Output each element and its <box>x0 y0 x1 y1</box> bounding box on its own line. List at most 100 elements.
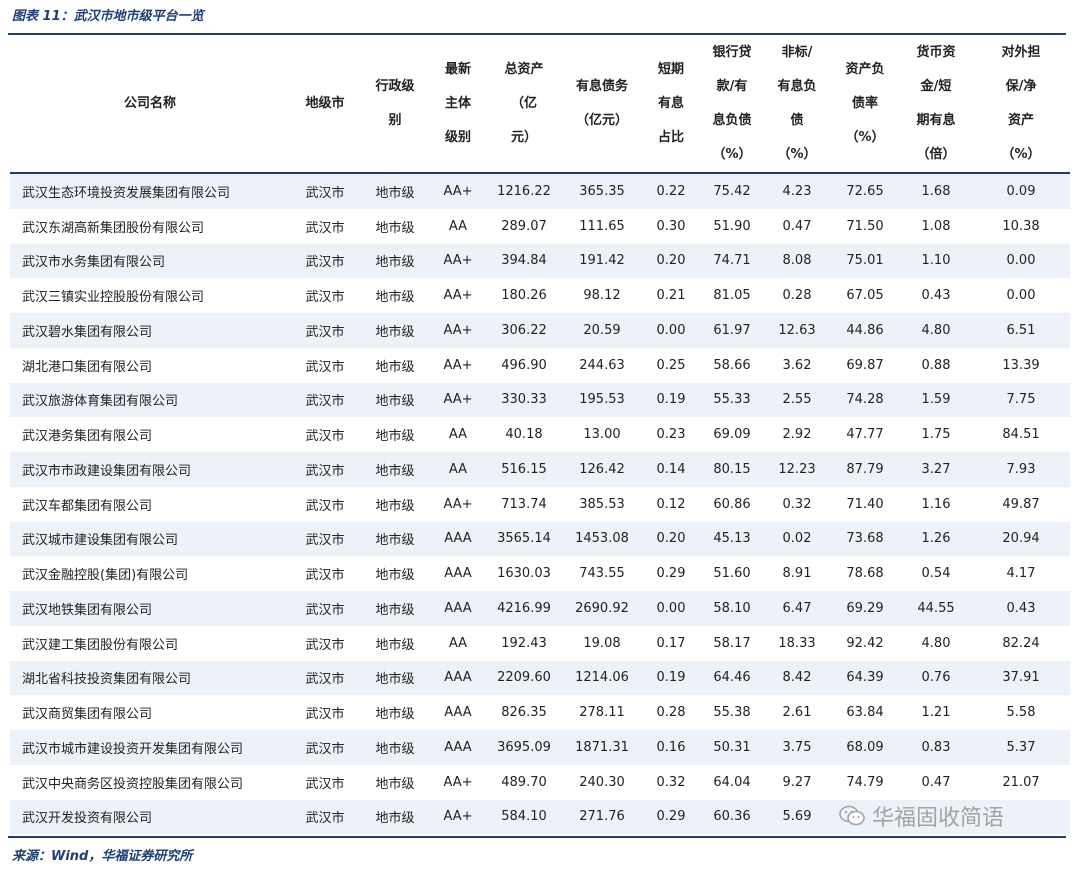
table-cell: 武汉市 <box>290 208 360 244</box>
table-cell: AA <box>430 417 486 452</box>
company-name-cell: 武汉城市建设集团有限公司 <box>10 521 290 557</box>
table-cell: 5.58 <box>972 695 1070 730</box>
table-cell: 278.11 <box>562 695 642 730</box>
table-cell: 20.94 <box>972 521 1070 557</box>
column-header-line: 级别 <box>444 130 471 145</box>
table-cell: 1.16 <box>900 486 972 522</box>
column-header-line: 有息 <box>657 96 684 111</box>
column-header-line: 资产负 <box>845 62 885 77</box>
column-header-line: （%） <box>1001 147 1041 162</box>
table-cell: 98.12 <box>562 278 642 313</box>
table-cell: 地市级 <box>360 208 430 244</box>
table-cell: 地市级 <box>360 417 430 452</box>
table-cell: AA+ <box>430 764 486 800</box>
table-cell: AAA <box>430 730 486 765</box>
table-row: 武汉东湖高新集团股份有限公司 武汉市 地市级 AA 289.07 111.65 0.30 51… <box>10 208 1070 244</box>
table-cell: 60.36 <box>700 799 764 835</box>
table-cell: 4.80 <box>900 625 972 661</box>
table-cell: AAA <box>430 521 486 557</box>
table-cell: 1.59 <box>900 382 972 418</box>
table-cell: 63.84 <box>830 695 900 730</box>
table-cell: 0.28 <box>642 695 700 730</box>
table-cell: 0.47 <box>900 764 972 800</box>
table-cell: 0.09 <box>972 173 1070 209</box>
table-cell: AAA <box>430 695 486 730</box>
table-cell: 0.29 <box>642 799 700 835</box>
table-cell: 0.00 <box>642 591 700 626</box>
table-row: 武汉地铁集团有限公司 武汉市 地市级 AAA 4216.99 2690.92 0.00 58.… <box>10 591 1070 626</box>
table-cell: AA+ <box>430 278 486 313</box>
column-header-line: （%） <box>712 147 752 162</box>
table-cell: 244.63 <box>562 347 642 383</box>
company-name-cell: 武汉车都集团有限公司 <box>10 486 290 522</box>
company-name-cell: 武汉市水务集团有限公司 <box>10 243 290 279</box>
column-header-line: 款/有 <box>716 79 748 94</box>
table-cell: 489.70 <box>486 764 562 800</box>
column-header: 有息债务 （亿元） <box>562 36 642 173</box>
table-cell: 0.23 <box>642 417 700 452</box>
table-cell: 6.51 <box>972 313 1070 348</box>
column-header-line: 有息负 <box>777 79 817 94</box>
column-header-line: 债率 <box>851 96 878 111</box>
table-row: 武汉港务集团有限公司 武汉市 地市级 AA 40.18 13.00 0.23 69.09 2.9… <box>10 417 1070 452</box>
table-cell: 3695.09 <box>486 730 562 765</box>
column-header-line: 资产 <box>1007 113 1034 128</box>
table-cell: 4.17 <box>972 556 1070 591</box>
table-cell: 8.42 <box>764 660 830 696</box>
table-cell: 8.91 <box>764 556 830 591</box>
company-name-cell: 武汉地铁集团有限公司 <box>10 591 290 626</box>
table-cell: 地市级 <box>360 625 430 661</box>
table-cell: 58.17 <box>700 625 764 661</box>
table-cell: 0.22 <box>642 173 700 209</box>
table-cell: 武汉市 <box>290 347 360 383</box>
table-cell: 37.91 <box>972 660 1070 696</box>
table-row: 武汉城市建设集团有限公司 武汉市 地市级 AAA 3565.14 1453.08 0.20 4… <box>10 521 1070 557</box>
bottom-rule <box>8 836 1066 838</box>
table-cell: 111.65 <box>562 208 642 244</box>
table-cell: 地市级 <box>360 799 430 835</box>
table-cell: 地市级 <box>360 486 430 522</box>
column-header: 行政级别 <box>360 36 430 173</box>
table-cell: 1216.22 <box>486 173 562 209</box>
table-cell: 0.32 <box>764 486 830 522</box>
table-cell: 743.55 <box>562 556 642 591</box>
table-cell: 1.68 <box>900 173 972 209</box>
table-cell: 7.93 <box>972 452 1070 487</box>
table-cell: 地市级 <box>360 313 430 348</box>
source-note: 来源：Wind，华福证券研究所 <box>12 849 193 864</box>
table-row: 武汉市水务集团有限公司 武汉市 地市级 AA+ 394.84 191.42 0.20 74.7… <box>10 243 1070 279</box>
column-header-line: 有息债务 <box>575 79 628 94</box>
table-cell: 289.07 <box>486 208 562 244</box>
table-cell: 3565.14 <box>486 521 562 557</box>
table-cell: 0.17 <box>642 625 700 661</box>
watermark-text: 华福固收简语 <box>872 806 1005 831</box>
table-cell: 64.39 <box>830 660 900 696</box>
table-cell: 0.83 <box>900 730 972 765</box>
table-cell: 271.76 <box>562 799 642 835</box>
column-header-line: 对外担 <box>1001 45 1041 60</box>
table-cell: AA <box>430 208 486 244</box>
table-cell: 0.00 <box>642 313 700 348</box>
table-cell: AA <box>430 625 486 661</box>
table-cell: 67.05 <box>830 278 900 313</box>
table-cell: 92.42 <box>830 625 900 661</box>
column-header-line: 最新 <box>444 62 471 77</box>
table-cell: 4216.99 <box>486 591 562 626</box>
column-header-line: 债 <box>790 113 804 128</box>
table-cell: 584.10 <box>486 799 562 835</box>
table-cell: 50.31 <box>700 730 764 765</box>
table-cell: 0.30 <box>642 208 700 244</box>
table-cell: 1.21 <box>900 695 972 730</box>
table-cell: 496.90 <box>486 347 562 383</box>
table-cell: 0.19 <box>642 382 700 418</box>
column-header: 对外担 保/净 资产 （%） <box>972 36 1070 173</box>
table-cell: 72.65 <box>830 173 900 209</box>
table-cell: 地市级 <box>360 452 430 487</box>
table-cell: 武汉市 <box>290 695 360 730</box>
table-cell: 713.74 <box>486 486 562 522</box>
column-header: 短期 有息 占比 <box>642 36 700 173</box>
table-cell: 306.22 <box>486 313 562 348</box>
company-name-cell: 武汉中央商务区投资控股集团有限公司 <box>10 764 290 800</box>
table-cell: 3.75 <box>764 730 830 765</box>
table-cell: 73.68 <box>830 521 900 557</box>
